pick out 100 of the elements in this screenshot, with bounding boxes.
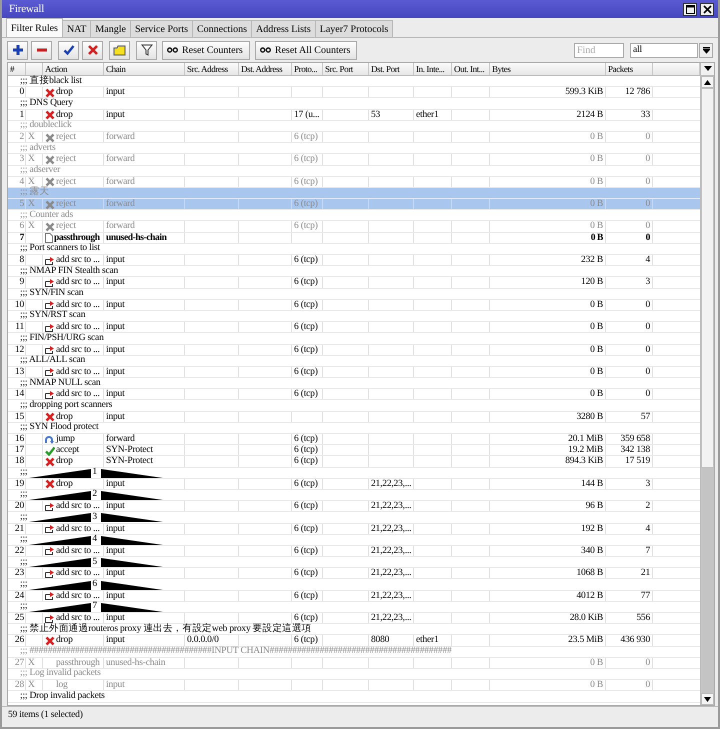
chain-dropdown[interactable]: all — [630, 42, 698, 58]
close-button[interactable] — [700, 2, 714, 16]
rule-comment: ;;; NMAP NULL scan — [20, 378, 100, 389]
disabled-mark: X — [28, 658, 35, 668]
comment-number: 7 — [92, 601, 97, 613]
row-number: 21 — [14, 524, 24, 535]
table-cell: 894.3 KiB — [565, 456, 603, 468]
tab[interactable]: Filter Rules — [6, 18, 63, 37]
column-header[interactable]: Action — [45, 64, 68, 74]
table-cell: 342 138 — [620, 445, 650, 456]
table-cell: 53 — [371, 110, 380, 121]
table-cell: 6 (tcp) — [294, 344, 318, 356]
list-add-icon — [45, 322, 55, 333]
rule-comment: ;;; Port scanners to list — [20, 243, 100, 255]
column-header[interactable]: Dst. Address — [241, 64, 282, 74]
find-field[interactable]: Find — [574, 42, 624, 58]
table-cell: input — [106, 300, 125, 311]
jump-icon — [45, 434, 55, 445]
rule-comment: ;;; — [20, 556, 28, 568]
table-cell: 6 (tcp) — [294, 322, 318, 334]
row-number: 27 — [14, 658, 24, 669]
enable-button[interactable] — [58, 40, 79, 60]
list-add-icon — [45, 256, 55, 266]
table-cell: 0 B — [590, 680, 603, 692]
table-cell: 33 — [640, 110, 650, 121]
row-number: 28 — [14, 680, 24, 692]
table-cell: 6 (tcp) — [294, 501, 318, 512]
table-cell: 0 B — [590, 199, 603, 210]
dropdown-button[interactable] — [699, 42, 713, 58]
table-cell: 0 — [645, 300, 650, 311]
column-header[interactable]: Proto... — [294, 64, 318, 74]
action-cell-text: add src to ... — [56, 255, 100, 266]
row-number: 10 — [14, 300, 24, 311]
column-menu-button[interactable] — [701, 63, 714, 76]
table-cell: input — [106, 322, 125, 334]
row-number: 16 — [14, 434, 24, 446]
scroll-up-button[interactable] — [701, 76, 714, 88]
table-cell: unused-hs-chain — [106, 232, 167, 244]
row-number: 4 — [19, 176, 24, 188]
table-cell: 340 B — [581, 546, 603, 558]
reset-counters-button[interactable]: Reset All Counters — [254, 40, 358, 60]
column-header[interactable]: In. Inte... — [416, 64, 444, 74]
table-cell: 6 (tcp) — [294, 524, 318, 535]
row-number: 8 — [19, 255, 24, 266]
table-cell: 6 (tcp) — [294, 277, 318, 289]
table-cell: 17 (u... — [294, 110, 320, 121]
table-cell: 57 — [640, 412, 650, 423]
rule-comment: ;;; — [20, 512, 28, 524]
disable-button[interactable] — [82, 40, 103, 60]
check-icon — [45, 446, 55, 456]
tab[interactable]: NAT — [62, 20, 92, 37]
tab[interactable]: Mangle — [90, 20, 131, 37]
remove-button[interactable] — [31, 40, 52, 60]
tab[interactable]: Service Ports — [130, 20, 193, 37]
table-cell: 0 — [645, 658, 650, 669]
table-cell: 144 B — [581, 478, 603, 490]
column-header[interactable]: Chain — [106, 64, 126, 74]
column-header[interactable]: Src. Port — [325, 64, 353, 74]
table-cell: forward — [106, 176, 135, 188]
scrollbar-thumb[interactable] — [701, 88, 714, 468]
column-header[interactable]: Packets — [608, 64, 633, 74]
filter-button[interactable] — [136, 40, 157, 60]
column-header[interactable]: Src. Address — [187, 64, 228, 74]
comment-number: 1 — [92, 467, 97, 478]
table-cell-text: ether1 — [416, 635, 439, 646]
table-cell: forward — [106, 132, 135, 144]
column-header[interactable]: Bytes — [492, 64, 511, 74]
tab[interactable]: Address Lists — [251, 20, 316, 37]
table-cell: 0 B — [590, 221, 603, 233]
action-cell: add src to ... — [56, 366, 100, 378]
cross-icon — [45, 412, 55, 422]
table-cell: 96 B — [586, 501, 603, 512]
table-cell: input — [106, 366, 125, 378]
table-cell: 0 — [645, 680, 650, 692]
column-header[interactable]: Out. Int... — [454, 64, 484, 74]
reset-counters-button[interactable]: Reset Counters — [162, 40, 250, 60]
rings-icon — [260, 47, 271, 53]
table-cell: input — [106, 478, 125, 490]
add-button[interactable] — [7, 40, 28, 60]
table-cell: 6 (tcp) — [294, 434, 318, 446]
table-cell: 0 B — [590, 344, 603, 356]
row-number: 6 — [19, 221, 24, 233]
comment-button[interactable] — [109, 40, 130, 60]
row-number: 18 — [14, 456, 24, 468]
maximize-button[interactable] — [683, 2, 697, 16]
action-cell-text: drop — [56, 412, 73, 422]
table-cell: input — [106, 255, 125, 266]
scroll-down-button[interactable] — [701, 693, 714, 705]
column-header[interactable]: # — [10, 64, 14, 74]
column-header[interactable]: Dst. Port — [371, 64, 400, 74]
table-cell: 6 (tcp) — [294, 445, 318, 456]
tab[interactable]: Layer7 Protocols — [314, 20, 394, 37]
rule-comment: ;;; SYN Flood protect — [20, 422, 98, 434]
minus-icon — [36, 48, 48, 52]
rule-comment: ;;; Drop invalid packets — [20, 690, 105, 702]
row-number: 20 — [14, 501, 24, 512]
table-cell: input — [106, 110, 125, 121]
row-number: 19 — [14, 478, 24, 490]
table-cell: 6 (tcp) — [294, 154, 318, 166]
tab[interactable]: Connections — [192, 20, 252, 37]
